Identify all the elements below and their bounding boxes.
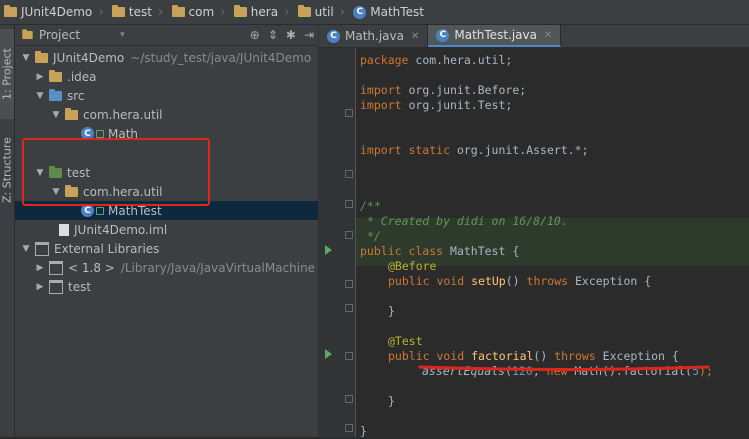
- breadcrumb-item-hera[interactable]: hera ›: [230, 0, 294, 24]
- close-icon[interactable]: ✕: [411, 31, 419, 42]
- lock-icon: [96, 206, 104, 215]
- breadcrumb-item-junit4demo[interactable]: JUnit4Demo ›: [0, 0, 108, 24]
- editor: C Math.java ✕ C MathTest.java ✕ package …: [318, 25, 749, 438]
- run-test-icon[interactable]: [325, 349, 332, 359]
- collapse-arrow-icon[interactable]: ▶: [35, 282, 45, 292]
- editor-tabs: C Math.java ✕ C MathTest.java ✕: [319, 25, 749, 48]
- tree-item-junit4demo[interactable]: ▼ JUnit4Demo ~/study_test/java/JUnit4Dem…: [15, 48, 324, 67]
- run-class-icon[interactable]: [325, 245, 332, 255]
- expand-arrow-icon[interactable]: ▼: [51, 110, 61, 120]
- folder-icon: [233, 5, 247, 17]
- package-icon: [65, 107, 78, 120]
- editor-gutter: [319, 48, 356, 437]
- project-view-selector[interactable]: Project ▾: [21, 28, 125, 42]
- breadcrumb-item-util[interactable]: util ›: [294, 0, 350, 24]
- tab-mathtest-java[interactable]: C MathTest.java ✕: [428, 25, 562, 47]
- iml-file-icon: [59, 223, 69, 236]
- gear-icon[interactable]: ✱: [286, 28, 296, 42]
- fold-icon[interactable]: [345, 109, 353, 117]
- library-icon: [49, 279, 63, 294]
- tab-math-java[interactable]: C Math.java ✕: [319, 25, 429, 47]
- class-icon: C: [327, 29, 340, 43]
- tab-structure[interactable]: Z: Structure: [0, 125, 14, 215]
- highlight-box: [22, 138, 210, 206]
- class-icon: C: [353, 5, 367, 19]
- folder-icon: [171, 5, 185, 17]
- folder-icon: [4, 5, 17, 17]
- module-folder-icon: [35, 50, 48, 63]
- tool-window-strip: 1: Project Z: Structure: [0, 25, 15, 437]
- folder-icon: [297, 5, 311, 17]
- project-panel-header: Project ▾ ⊕ ⇕ ✱ ⇥: [15, 25, 318, 46]
- folder-icon: [49, 69, 62, 82]
- tree-item-src-package[interactable]: ▼ com.hera.util: [15, 105, 354, 124]
- fold-icon[interactable]: [345, 424, 353, 432]
- tree-item-external-libraries[interactable]: ▼ External Libraries: [15, 239, 324, 258]
- tree-item-src[interactable]: ▼ src: [15, 86, 338, 105]
- fold-icon[interactable]: [345, 304, 353, 312]
- expand-arrow-icon[interactable]: ▼: [21, 244, 31, 254]
- code-area[interactable]: package com.hera.util; import org.junit.…: [356, 48, 749, 438]
- breadcrumb: JUnit4Demo › test › com › hera › util › C Math…: [0, 0, 749, 25]
- tree-item-idea[interactable]: ▶ .idea: [15, 67, 338, 86]
- tree-item-test-library[interactable]: ▶ test: [15, 277, 338, 296]
- breadcrumb-item-com[interactable]: com ›: [168, 0, 230, 24]
- target-icon[interactable]: ⊕: [250, 28, 260, 42]
- collapse-arrow-icon[interactable]: ▶: [35, 263, 45, 273]
- breadcrumb-item-test[interactable]: test ›: [108, 0, 168, 24]
- jdk-icon: [49, 260, 63, 275]
- tree-item-jdk[interactable]: ▶ < 1.8 > /Library/Java/JavaVirtualMachi…: [15, 258, 338, 277]
- close-icon[interactable]: ✕: [544, 30, 552, 41]
- source-folder-icon: [49, 88, 62, 101]
- folder-icon: [111, 5, 125, 17]
- fold-icon[interactable]: [345, 170, 353, 178]
- folder-icon: [22, 29, 33, 39]
- libraries-icon: [35, 241, 49, 256]
- collapse-icon[interactable]: ⇕: [268, 28, 278, 42]
- tab-project[interactable]: 1: Project: [0, 29, 14, 119]
- fold-icon[interactable]: [345, 395, 353, 403]
- breadcrumb-item-mathtest[interactable]: C MathTest: [349, 0, 428, 24]
- expand-arrow-icon[interactable]: ▼: [21, 53, 31, 63]
- tree-item-iml[interactable]: JUnit4Demo.iml: [15, 220, 362, 239]
- fold-icon[interactable]: [345, 200, 353, 208]
- collapse-arrow-icon[interactable]: ▶: [35, 72, 45, 82]
- project-panel: Project ▾ ⊕ ⇕ ✱ ⇥ ▼ JUnit4Demo ~/study_t…: [15, 25, 384, 437]
- chevron-down-icon: ▾: [120, 30, 125, 40]
- fold-icon[interactable]: [345, 352, 353, 360]
- expand-arrow-icon[interactable]: ▼: [35, 91, 45, 101]
- lock-icon: [96, 129, 104, 138]
- hide-icon[interactable]: ⇥: [304, 28, 314, 42]
- fold-icon[interactable]: [345, 231, 353, 239]
- red-underline-annotation: [418, 365, 710, 371]
- test-class-icon: C: [436, 28, 450, 42]
- fold-icon[interactable]: [345, 280, 353, 288]
